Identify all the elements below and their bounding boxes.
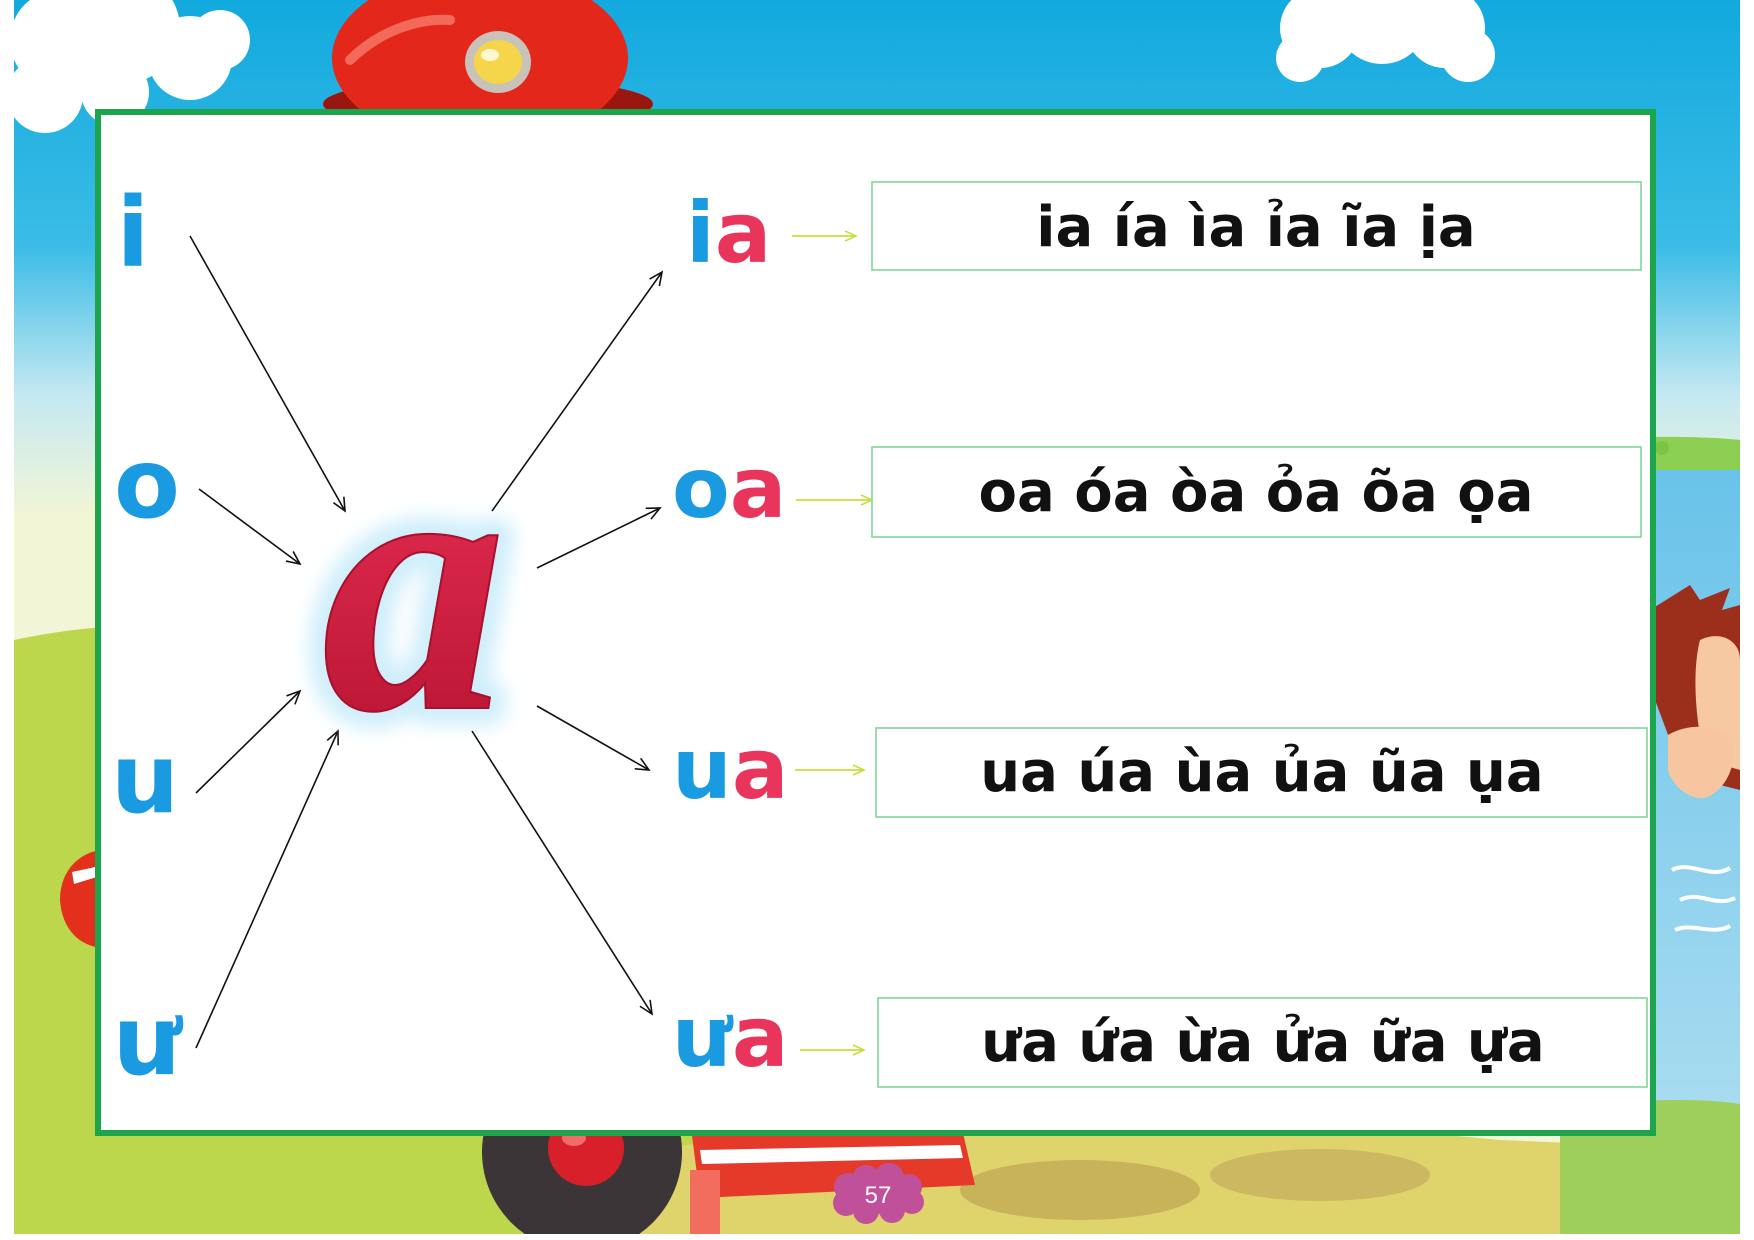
syllable-vowel: u — [672, 720, 732, 818]
syllable-vowel: o — [672, 439, 730, 537]
vowel-u: u — [111, 723, 179, 835]
syllable-ia: ia — [686, 184, 771, 282]
center-letter-a: a — [322, 379, 507, 789]
syllable-ua-horn: ưa — [672, 988, 789, 1086]
vowel-i: i — [117, 177, 150, 289]
tone-row-ua-horn: ưa ứa ừa ửa ữa ựa — [981, 1010, 1544, 1075]
syllable-a: a — [715, 184, 772, 282]
vowel-u-horn: ư — [113, 985, 184, 1097]
syllable-a: a — [730, 439, 787, 537]
grass-patch — [1210, 1149, 1430, 1201]
syllable-a: a — [732, 988, 789, 1086]
tone-row-oa: oa óa òa ỏa õa ọa — [978, 460, 1533, 525]
syllable-a: a — [732, 720, 789, 818]
green-dot — [1655, 441, 1669, 455]
page-number: 57 — [865, 1182, 892, 1209]
center-letter: a a — [305, 362, 524, 806]
grass-patch — [960, 1160, 1200, 1220]
syllable-ua: ua — [672, 720, 789, 818]
tone-row-ua: ua úa ùa ủa ũa ụa — [980, 740, 1543, 805]
syllable-vowel: ư — [672, 988, 734, 1086]
tone-row-ia: ia ía ìa ỉa ĩa ịa — [1036, 195, 1475, 260]
textbook-page: i o u ư a a ia oa ua ưa ia ía ìa ỉa ĩa ị… — [14, 0, 1740, 1234]
syllable-oa: oa — [672, 439, 786, 537]
vowel-o: o — [114, 428, 180, 540]
syllable-vowel: i — [686, 184, 715, 282]
